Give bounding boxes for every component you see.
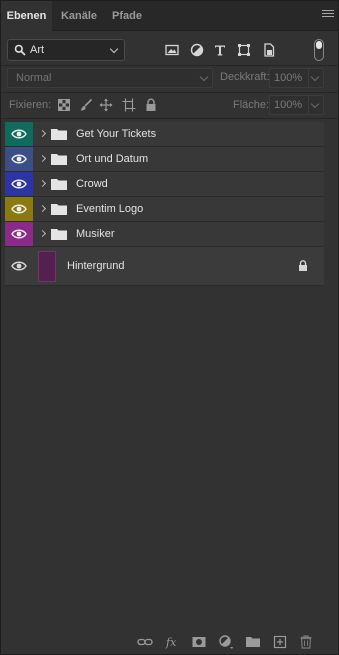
new-group-icon[interactable] — [245, 634, 261, 650]
shape-filter-icon[interactable] — [236, 42, 252, 58]
filter-kind-select[interactable]: Art — [7, 39, 125, 61]
fx-icon[interactable]: fx — [164, 634, 180, 650]
eye-icon — [11, 129, 27, 139]
layers-panel: Ebenen Kanäle Pfade Art Normal Deckkraft… — [0, 0, 339, 655]
chevron-down-icon — [199, 72, 209, 82]
opacity-label: Deckkraft: — [220, 71, 270, 83]
opacity-value: 100% — [274, 72, 303, 84]
tab-ebenen[interactable]: Ebenen — [1, 1, 52, 31]
opacity-dropdown-button[interactable] — [309, 68, 324, 88]
pixel-filter-icon[interactable] — [164, 42, 180, 58]
divider — [1, 65, 338, 66]
smart-object-filter-icon[interactable] — [261, 42, 277, 58]
layer-name[interactable]: Get Your Tickets — [76, 128, 156, 140]
fill-dropdown-button[interactable] — [309, 95, 324, 115]
layer-thumbnail[interactable] — [38, 251, 56, 282]
add-mask-icon[interactable] — [191, 634, 207, 650]
eye-icon — [11, 261, 27, 271]
layer-list: Get Your Tickets Ort und Datum Crowd Eve… — [5, 122, 324, 286]
trash-icon[interactable] — [298, 634, 314, 650]
layer-name[interactable]: Musiker — [76, 228, 115, 240]
folder-icon — [51, 179, 67, 190]
layer-row-get-your-tickets[interactable]: Get Your Tickets — [5, 122, 324, 147]
chevron-right-icon[interactable] — [38, 129, 47, 138]
divider — [1, 118, 338, 119]
lock-position-icon[interactable] — [99, 98, 113, 112]
filter-kind-label: Art — [30, 44, 45, 56]
search-icon — [14, 44, 26, 56]
visibility-toggle[interactable] — [5, 197, 33, 221]
chevron-right-icon[interactable] — [38, 154, 47, 163]
opacity-field[interactable]: 100% — [269, 68, 309, 88]
adjustment-filter-icon[interactable] — [189, 42, 205, 58]
chevron-down-icon — [109, 44, 119, 54]
layer-row-musiker[interactable]: Musiker — [5, 222, 324, 247]
visibility-toggle[interactable] — [5, 172, 33, 196]
folder-icon — [51, 154, 67, 165]
lock-label: Fixieren: — [9, 99, 52, 111]
tab-kanaele[interactable]: Kanäle — [56, 1, 102, 31]
visibility-toggle[interactable] — [5, 147, 33, 171]
chevron-down-icon — [310, 72, 320, 82]
chevron-right-icon[interactable] — [38, 229, 47, 238]
fill-value: 100% — [274, 99, 303, 111]
visibility-toggle[interactable] — [5, 122, 33, 146]
lock-image-pixels-icon[interactable] — [79, 98, 93, 112]
new-layer-icon[interactable] — [272, 634, 288, 650]
lock-transparent-pixels-icon[interactable] — [57, 98, 71, 112]
folder-icon — [51, 229, 67, 240]
chevron-right-icon[interactable] — [38, 204, 47, 213]
fill-field[interactable]: 100% — [269, 95, 309, 115]
link-layers-icon[interactable] — [137, 634, 153, 650]
visibility-toggle[interactable] — [5, 247, 33, 285]
lock-all-icon[interactable] — [144, 98, 158, 112]
layer-row-hintergrund[interactable]: Hintergrund — [5, 247, 324, 286]
new-adjustment-layer-icon[interactable] — [218, 634, 234, 650]
eye-icon — [11, 229, 27, 239]
layer-row-eventim-logo[interactable]: Eventim Logo — [5, 197, 324, 222]
svg-text:fx: fx — [165, 636, 177, 649]
blend-mode-select[interactable]: Normal — [7, 68, 213, 88]
layer-name[interactable]: Hintergrund — [67, 260, 124, 272]
panel-menu-icon[interactable] — [322, 10, 334, 20]
layer-name[interactable]: Ort und Datum — [76, 153, 148, 165]
tab-pfade[interactable]: Pfade — [105, 1, 149, 31]
type-filter-icon[interactable] — [212, 42, 228, 58]
divider — [1, 92, 338, 93]
folder-icon — [51, 204, 67, 215]
lock-artboard-icon[interactable] — [122, 98, 136, 112]
visibility-toggle[interactable] — [5, 222, 33, 246]
chevron-down-icon — [310, 99, 320, 109]
lock-icon — [299, 260, 307, 271]
blend-mode-label: Normal — [16, 72, 52, 84]
eye-icon — [11, 179, 27, 189]
layer-row-ort-und-datum[interactable]: Ort und Datum — [5, 147, 324, 172]
layer-name[interactable]: Crowd — [76, 178, 108, 190]
eye-icon — [11, 204, 27, 214]
fill-label: Fläche: — [233, 99, 270, 111]
layer-name[interactable]: Eventim Logo — [76, 203, 143, 215]
tab-bar: Ebenen Kanäle Pfade — [1, 1, 338, 31]
chevron-right-icon[interactable] — [38, 179, 47, 188]
layer-row-crowd[interactable]: Crowd — [5, 172, 324, 197]
eye-icon — [11, 154, 27, 164]
folder-icon — [51, 129, 67, 140]
filter-toggle[interactable] — [314, 39, 324, 61]
